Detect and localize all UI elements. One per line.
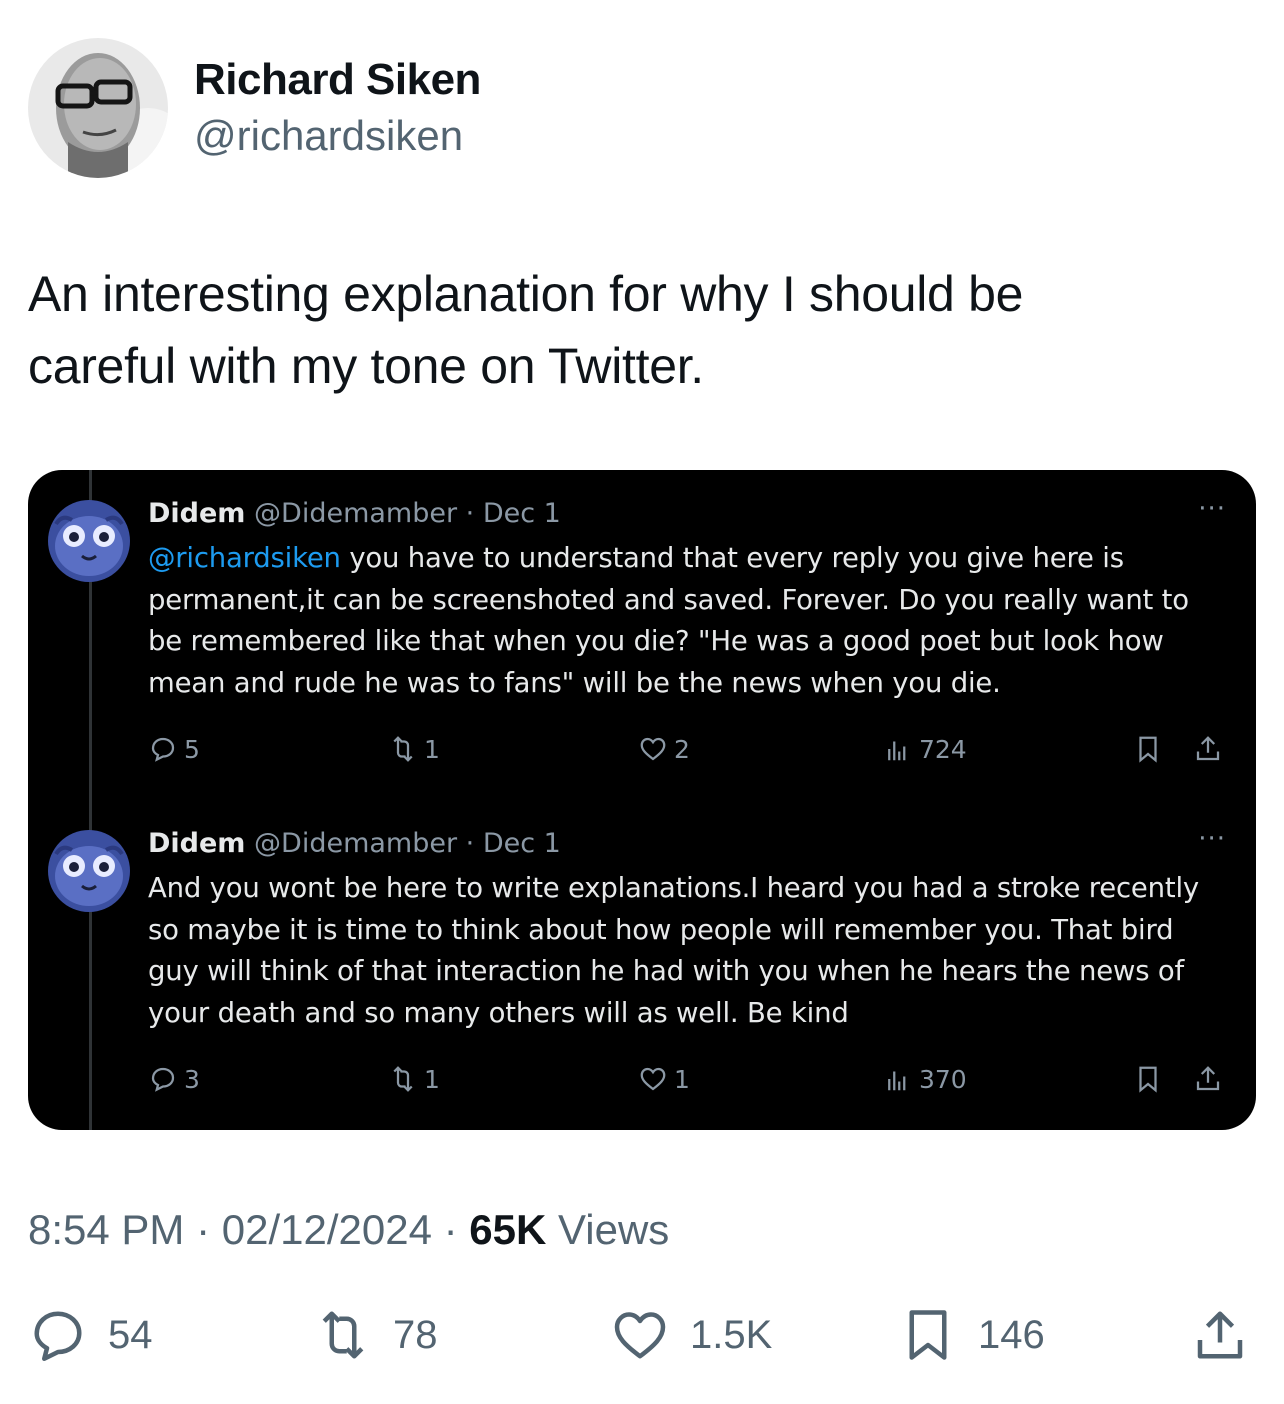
repost-count-value: 1 [424, 1064, 440, 1094]
author-avatar[interactable] [28, 38, 168, 178]
analytics-icon [888, 741, 906, 761]
bookmark-button-count: 146 [978, 1312, 1045, 1357]
share-icon [1197, 1311, 1243, 1359]
analytics-icon [888, 1071, 906, 1091]
tweet-image[interactable]: Didem @Didemamber · Dec 1 ··· @richardsi… [28, 470, 1256, 1130]
reply-author-name: Didem [148, 498, 246, 529]
bookmark-icon [1133, 734, 1169, 764]
heart-icon [614, 1312, 666, 1359]
repost-button-count: 78 [393, 1312, 438, 1357]
reply-button-count: 54 [108, 1312, 153, 1357]
like-button-count: 1.5K [690, 1312, 773, 1357]
bookmark-icon [1133, 1064, 1169, 1094]
reply-handle-date-text: @Didemamber · Dec 1 [254, 498, 561, 529]
view-count-value: 370 [919, 1064, 967, 1094]
quoted-reply: Didem @Didemamber · Dec 1 ··· And you wo… [28, 818, 1256, 1130]
share-button[interactable] [1190, 1300, 1270, 1370]
repost-icon [322, 1311, 364, 1359]
reply-handle-date-text: @Didemamber · Dec 1 [254, 828, 561, 859]
repost-button[interactable]: 78 [313, 1300, 438, 1370]
views-label: Views [546, 1206, 670, 1253]
tweet-action-bar: 54 78 1.5K 146 [0, 1300, 1284, 1370]
repost-count: 1 [388, 1064, 440, 1094]
view-count-total: 65K [469, 1206, 547, 1253]
view-count: 370 [883, 1064, 967, 1094]
tweet-timestamp[interactable]: 8:54 PM · 02/12/2024 · 65K Views [28, 1204, 669, 1256]
tweet-text-line: careful with my tone on Twitter. [28, 338, 704, 394]
reply-meta: Didem @Didemamber · Dec 1 [148, 824, 561, 864]
like-count: 2 [638, 734, 690, 764]
reply-count-value: 5 [184, 734, 200, 764]
reply-author-name: Didem [148, 828, 246, 859]
tweet-time-date[interactable]: 8:54 PM · 02/12/2024 · [28, 1206, 469, 1253]
repost-icon [393, 1066, 413, 1092]
reply-count: 5 [148, 734, 200, 764]
like-count-value: 1 [674, 1064, 690, 1094]
comment-icon [151, 1067, 175, 1092]
reply-count: 3 [148, 1064, 200, 1094]
reply-actions: 3 1 1 370 [148, 1064, 1238, 1104]
reply-handle-date: @Didemamber · Dec 1 [254, 498, 561, 529]
view-count-value: 724 [919, 734, 967, 764]
share-icon [1193, 1064, 1229, 1094]
like-button[interactable]: 1.5K [610, 1300, 772, 1370]
like-count-value: 2 [674, 734, 690, 764]
heart-icon [640, 737, 666, 761]
share-icon [1193, 734, 1229, 764]
more-options-icon: ··· [1198, 494, 1226, 524]
like-count: 1 [638, 1064, 690, 1094]
tweet-text: An interesting explanation for why I sho… [28, 258, 1248, 402]
reply-actions: 5 1 2 724 [148, 734, 1238, 774]
repost-count-value: 1 [424, 734, 440, 764]
reply-button[interactable]: 54 [28, 1300, 153, 1370]
tweet-text-line: An interesting explanation for why I sho… [28, 266, 1024, 322]
reply-body: And you wont be here to write explanatio… [148, 868, 1218, 1034]
more-options-icon: ··· [1198, 824, 1226, 854]
view-count: 724 [883, 734, 967, 764]
reply-text: And you wont be here to write explanatio… [148, 872, 1199, 1029]
author-display-name[interactable]: Richard Siken [194, 52, 481, 108]
tweet-header: Richard Siken @richardsiken [28, 38, 481, 178]
reply-handle-date: @Didemamber · Dec 1 [254, 828, 561, 859]
comment-icon [151, 737, 175, 762]
reply-count-value: 3 [184, 1064, 200, 1094]
reply-mention: @richardsiken [148, 542, 341, 574]
reply-meta: Didem @Didemamber · Dec 1 [148, 494, 561, 534]
reply-avatar [48, 830, 130, 912]
quoted-reply: Didem @Didemamber · Dec 1 ··· @richardsi… [28, 488, 1256, 808]
comment-icon [34, 1311, 82, 1361]
bookmark-button[interactable]: 146 [898, 1300, 1045, 1370]
reply-avatar [48, 500, 130, 582]
heart-icon [640, 1067, 666, 1091]
repost-count: 1 [388, 734, 440, 764]
author-handle[interactable]: @richardsiken [194, 108, 481, 164]
reply-body: @richardsiken you have to understand tha… [148, 538, 1218, 704]
bookmark-icon [909, 1310, 947, 1360]
repost-icon [393, 736, 413, 762]
